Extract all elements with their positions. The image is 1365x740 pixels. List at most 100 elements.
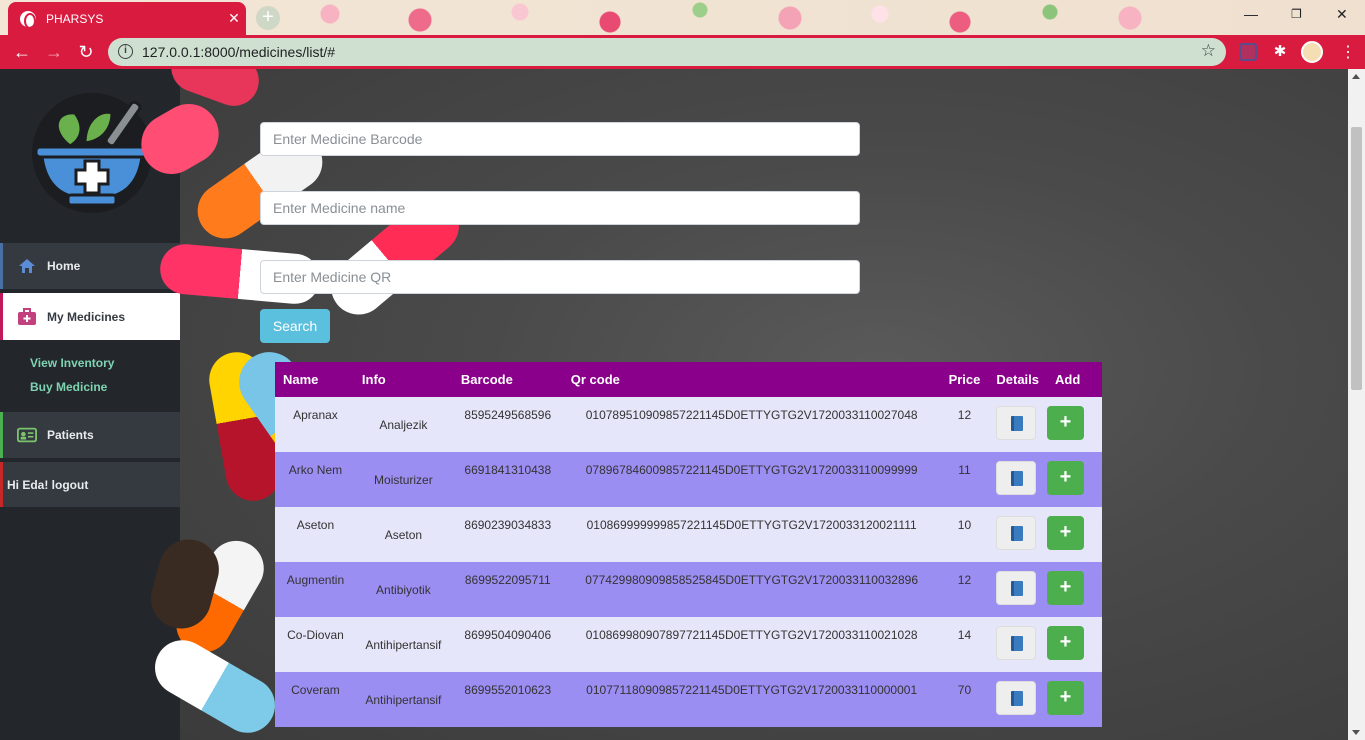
- medicine-name: Co-Diovan: [275, 617, 354, 672]
- tab-title: PHARSYS: [46, 11, 104, 26]
- address-bar[interactable]: i 127.0.0.1:8000/medicines/list/# ☆: [108, 38, 1226, 66]
- sidebar-item-label: Patients: [47, 428, 94, 442]
- buy-medicine-link[interactable]: Buy Medicine: [30, 380, 107, 394]
- add-to-cart-button[interactable]: +: [1047, 516, 1085, 550]
- details-button[interactable]: [996, 681, 1037, 715]
- medicine-name: Aseton: [275, 507, 354, 562]
- restore-icon[interactable]: ❐: [1291, 7, 1302, 21]
- medicine-qr-code: 077429980909858525845D0ETTYGTG2V17200331…: [562, 562, 941, 617]
- book-icon: [1011, 471, 1024, 486]
- column-header-info: Info: [353, 362, 453, 397]
- medicine-barcode: 8595249568596: [452, 397, 563, 452]
- close-tab-icon[interactable]: ✕: [222, 10, 246, 27]
- sidebar-item-patients[interactable]: Patients: [0, 412, 180, 458]
- menu-kebab-icon[interactable]: ⋮: [1340, 42, 1356, 62]
- column-header-name: Name: [275, 362, 354, 397]
- details-button[interactable]: [996, 626, 1037, 660]
- browser-tab[interactable]: PHARSYS ✕: [8, 2, 246, 35]
- details-button[interactable]: [996, 516, 1037, 550]
- add-cell: +: [1047, 507, 1102, 562]
- add-to-cart-button[interactable]: +: [1047, 626, 1085, 660]
- medicine-price: 11: [940, 452, 989, 507]
- column-header-details: Details: [988, 362, 1048, 397]
- sidebar-item-home[interactable]: Home: [0, 243, 180, 289]
- new-tab-button[interactable]: +: [256, 6, 280, 30]
- sidebar-item-my-medicines[interactable]: My Medicines: [0, 293, 180, 340]
- details-button[interactable]: [996, 406, 1037, 440]
- medicine-info: Analjezik: [353, 397, 453, 452]
- medicine-barcode: 8699504090406: [452, 617, 563, 672]
- medicine-name: Coveram: [275, 672, 354, 727]
- column-header-add: Add: [1047, 362, 1102, 397]
- medicine-info: Antibiyotik: [353, 562, 453, 617]
- url-text: 127.0.0.1:8000/medicines/list/#: [142, 44, 336, 60]
- details-button[interactable]: [996, 571, 1037, 605]
- details-cell: [988, 452, 1048, 507]
- minimize-icon[interactable]: —: [1244, 6, 1258, 22]
- medical-kit-icon: [17, 307, 37, 327]
- table-row: Co-Diovan Antihipertansif 8699504090406 010…: [275, 617, 1102, 672]
- search-button[interactable]: Search: [260, 309, 330, 343]
- medicine-qr-code: 010869999999857221145D0ETTYGTG2V17200331…: [562, 507, 941, 562]
- sidebar: Home My Medicines View Inventory Buy Med…: [0, 69, 180, 740]
- medicine-barcode: 8699552010623: [452, 672, 563, 727]
- medicine-barcode: 6691841310438: [452, 452, 563, 507]
- scrollbar-thumb[interactable]: [1351, 127, 1362, 390]
- back-arrow-icon[interactable]: ←: [12, 42, 32, 62]
- page-scrollbar[interactable]: [1348, 69, 1365, 740]
- add-to-cart-button[interactable]: +: [1047, 571, 1085, 605]
- column-header-barcode: Barcode: [452, 362, 563, 397]
- scroll-up-arrow-icon[interactable]: [1352, 74, 1360, 79]
- details-button[interactable]: [996, 461, 1037, 495]
- logout-link[interactable]: Hi Eda! logout: [0, 462, 180, 507]
- globe-icon: [20, 10, 36, 29]
- medicine-info: Antihipertansif: [353, 672, 453, 727]
- add-cell: +: [1047, 617, 1102, 672]
- forward-arrow-icon[interactable]: →: [44, 42, 64, 62]
- medicine-qr-code: 010771180909857221145D0ETTYGTG2V17200331…: [562, 672, 941, 727]
- puzzle-icon[interactable]: ✱: [1271, 43, 1289, 61]
- medicine-qr-code: 010869980907897721145D0ETTYGTG2V17200331…: [562, 617, 941, 672]
- add-to-cart-button[interactable]: +: [1047, 681, 1085, 715]
- details-cell: [988, 562, 1048, 617]
- table-header-row: Name Info Barcode Qr code Price Details …: [275, 362, 1102, 397]
- column-header-qr: Qr code: [562, 362, 941, 397]
- close-window-icon[interactable]: ✕: [1336, 6, 1348, 23]
- sidebar-item-label: Home: [47, 259, 81, 273]
- details-cell: [988, 397, 1048, 452]
- bookmark-star-icon[interactable]: ☆: [1201, 41, 1216, 61]
- medicine-info: Antihipertansif: [353, 617, 453, 672]
- table-row: Apranax Analjezik 8595249568596 01078951090…: [275, 397, 1102, 452]
- browser-titlebar: PHARSYS ✕ + — ❐ ✕: [0, 0, 1365, 35]
- medicine-qr-code: 010789510909857221145D0ETTYGTG2V17200331…: [562, 397, 941, 452]
- book-icon: [1011, 691, 1024, 706]
- extension-icon[interactable]: [1239, 43, 1257, 61]
- logout-label: Hi Eda! logout: [7, 477, 89, 492]
- book-icon: [1011, 636, 1024, 651]
- profile-avatar[interactable]: [1301, 41, 1323, 63]
- id-card-icon: [17, 425, 37, 445]
- details-cell: [988, 672, 1048, 727]
- site-info-icon[interactable]: i: [118, 44, 133, 59]
- reload-icon[interactable]: ↻: [76, 42, 96, 62]
- home-icon: [17, 256, 37, 276]
- view-inventory-link[interactable]: View Inventory: [30, 356, 114, 370]
- medicine-price: 12: [940, 397, 989, 452]
- medicine-qr-code: 078967846009857221145D0ETTYGTG2V17200331…: [562, 452, 941, 507]
- add-cell: +: [1047, 397, 1102, 452]
- add-to-cart-button[interactable]: +: [1047, 461, 1085, 495]
- table-row: Aseton Aseton 8690239034833 010869999999857…: [275, 507, 1102, 562]
- table-row: Coveram Antihipertansif 8699552010623 01077…: [275, 672, 1102, 727]
- table-row: Arko Nem Moisturizer 6691841310438 07896784…: [275, 452, 1102, 507]
- add-cell: +: [1047, 562, 1102, 617]
- add-to-cart-button[interactable]: +: [1047, 406, 1085, 440]
- name-search-input[interactable]: [260, 191, 860, 225]
- add-cell: +: [1047, 452, 1102, 507]
- medicine-name: Arko Nem: [275, 452, 354, 507]
- barcode-search-input[interactable]: [260, 122, 860, 156]
- medicine-barcode: 8699522095711: [452, 562, 563, 617]
- book-icon: [1011, 526, 1024, 541]
- qr-search-input[interactable]: [260, 260, 860, 294]
- medicines-table: Name Info Barcode Qr code Price Details …: [275, 362, 1102, 727]
- scroll-down-arrow-icon[interactable]: [1352, 730, 1360, 735]
